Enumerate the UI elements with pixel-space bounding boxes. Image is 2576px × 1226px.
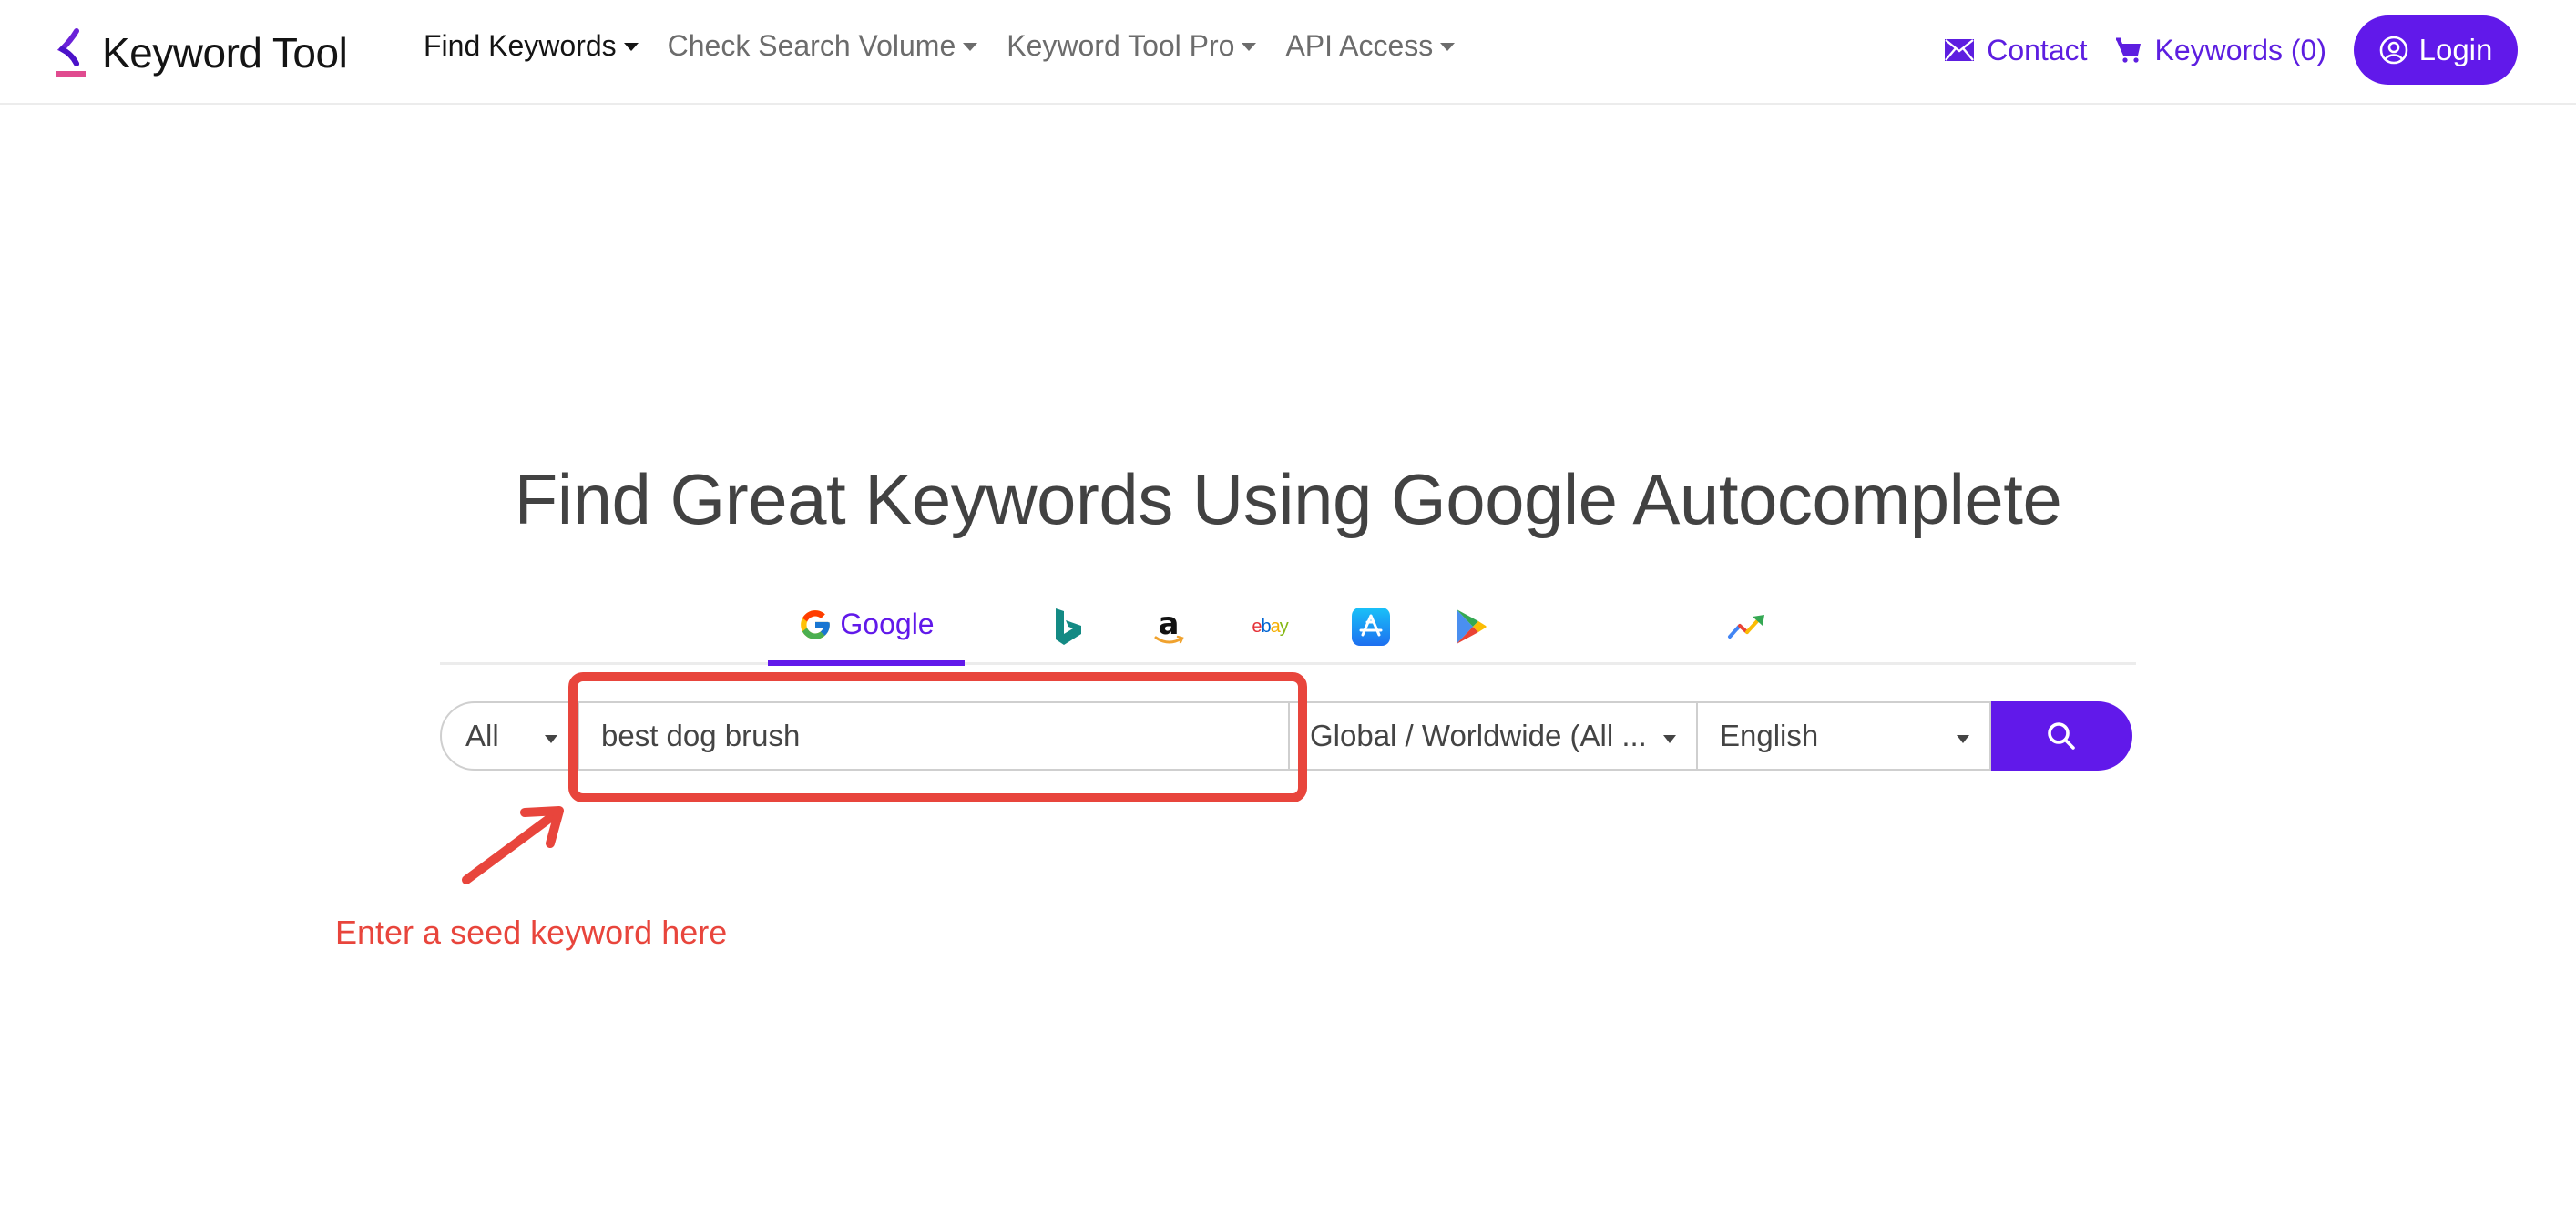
nav-keyword-tool-pro-label: Keyword Tool Pro (1007, 29, 1235, 62)
envelope-icon (1945, 39, 1975, 61)
country-select[interactable]: Global / Worldwide (All ... (1288, 701, 1698, 771)
tab-google[interactable]: Google (768, 588, 965, 666)
search-type-value: All (465, 719, 499, 752)
nav-find-keywords-label: Find Keywords (424, 29, 617, 62)
user-circle-icon (2379, 36, 2407, 65)
search-icon (2047, 722, 2075, 750)
ebay-icon: ebay (1252, 616, 1289, 638)
caret-down-icon (1242, 43, 1257, 51)
login-button[interactable]: Login (2354, 15, 2518, 85)
app-store-icon (1352, 608, 1390, 646)
country-value: Global / Worldwide (All ... (1310, 719, 1647, 752)
brand-logo-link[interactable]: Keyword Tool (56, 26, 348, 80)
tab-bing[interactable] (1037, 588, 1100, 665)
caret-down-icon (1440, 43, 1456, 51)
bing-icon (1056, 608, 1081, 645)
contact-link[interactable]: Contact (1945, 33, 2088, 67)
nav-api-access[interactable]: API Access (1285, 29, 1456, 63)
top-navbar: Keyword Tool Find Keywords Check Search … (0, 0, 2576, 105)
annotation-text: Enter a seed keyword here (335, 914, 728, 951)
brand-name: Keyword Tool (102, 29, 348, 77)
keyword-tool-logo-icon (56, 27, 89, 78)
search-submit-button[interactable] (1989, 701, 2132, 771)
tab-google-label: Google (840, 608, 935, 640)
caret-down-icon (1663, 735, 1676, 743)
keywords-cart-label: Keywords (0) (2154, 33, 2327, 66)
ebay-a: a (1270, 616, 1281, 637)
search-type-select[interactable]: All (440, 701, 579, 771)
play-store-icon (1457, 609, 1487, 644)
nav-api-access-label: API Access (1285, 29, 1434, 62)
caret-down-icon (1957, 735, 1969, 743)
caret-down-icon (623, 43, 639, 51)
tab-app-store[interactable] (1339, 588, 1403, 665)
source-tabs: Google a ebay (440, 588, 2136, 666)
nav-keyword-tool-pro[interactable]: Keyword Tool Pro (1007, 29, 1257, 63)
google-icon (801, 609, 831, 639)
annotation-arrow-icon (462, 806, 564, 884)
tab-trends[interactable] (1715, 588, 1779, 665)
svg-text:a: a (1159, 607, 1180, 642)
nav-check-search-volume[interactable]: Check Search Volume (668, 29, 978, 63)
ebay-y: y (1279, 616, 1289, 637)
nav-find-keywords[interactable]: Find Keywords (424, 29, 639, 63)
nav-right-actions: Contact Keywords (0) Login (1945, 15, 2518, 85)
language-value: English (1720, 719, 1819, 752)
amazon-icon: a (1154, 607, 1184, 644)
page-title: Find Great Keywords Using Google Autocom… (514, 459, 2062, 539)
tab-amazon[interactable]: a (1137, 588, 1201, 665)
caret-down-icon (963, 43, 978, 51)
keyword-input[interactable] (578, 701, 1290, 771)
keywords-cart-link[interactable]: Keywords (0) (2115, 33, 2327, 67)
login-label: Login (2418, 33, 2493, 66)
keyword-search-form: All Global / Worldwide (All ... English (440, 701, 2132, 771)
tab-play-store[interactable] (1439, 588, 1503, 665)
main-nav: Find Keywords Check Search Volume Keywor… (424, 29, 1456, 63)
ebay-b: b (1261, 616, 1271, 637)
language-select[interactable]: English (1696, 701, 1991, 771)
contact-label: Contact (1987, 33, 2088, 66)
ebay-e: e (1252, 616, 1262, 637)
tab-ebay[interactable]: ebay (1238, 588, 1302, 665)
caret-down-icon (545, 735, 557, 743)
cart-icon (2115, 37, 2141, 63)
trends-icon (1728, 615, 1764, 639)
nav-check-search-volume-label: Check Search Volume (667, 29, 956, 62)
